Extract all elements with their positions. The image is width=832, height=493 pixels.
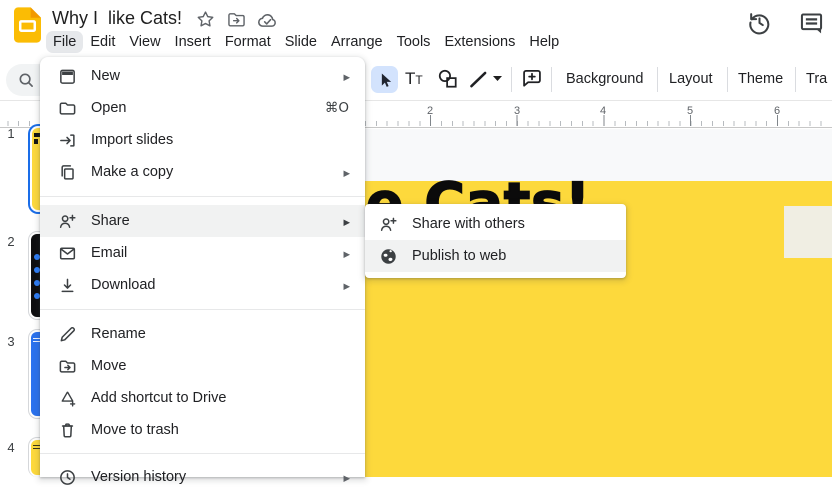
person-add-icon [57, 211, 77, 231]
menubar-item-insert[interactable]: Insert [168, 31, 218, 53]
ruler-number: 6 [774, 105, 780, 117]
menubar-item-view[interactable]: View [122, 31, 167, 53]
menu-item-import-slides[interactable]: Import slides [40, 124, 365, 156]
menu-item-label: Make a copy [91, 164, 343, 180]
version-history-icon[interactable] [746, 9, 773, 36]
cursor-arrow-icon [376, 71, 394, 89]
comments-icon[interactable] [798, 10, 825, 37]
line-tool-button[interactable] [467, 68, 489, 90]
ruler-number: 3 [514, 105, 520, 117]
menu-separator [40, 453, 365, 454]
submenu-arrow-icon [343, 468, 350, 486]
submenu-arrow-icon [343, 67, 350, 85]
menu-item-add-shortcut-to-drive[interactable]: Add shortcut to Drive [40, 382, 365, 414]
slide-accent-rectangle[interactable] [784, 206, 832, 258]
submenu-item-label: Share with others [412, 216, 626, 232]
folder-open-icon [57, 98, 77, 118]
menu-item-download[interactable]: Download [40, 269, 365, 301]
menu-item-rename[interactable]: Rename [40, 318, 365, 350]
download-icon [57, 275, 77, 295]
menu-item-label: Move [91, 358, 365, 374]
menubar-item-slide[interactable]: Slide [278, 31, 324, 53]
menubar-item-edit[interactable]: Edit [83, 31, 122, 53]
menu-item-move-to-trash[interactable]: Move to trash [40, 414, 365, 446]
menu-item-label: Open [91, 100, 325, 116]
cloud-saved-icon[interactable] [257, 11, 278, 28]
file-menu: New Open ⌘O Import slides Make a copy [40, 57, 365, 477]
email-icon [57, 243, 77, 263]
menubar-item-extensions[interactable]: Extensions [437, 31, 522, 53]
menu-item-label: Email [91, 245, 343, 261]
star-icon[interactable] [196, 10, 215, 29]
background-button[interactable]: Background [566, 71, 643, 87]
submenu-item-publish-to-web[interactable]: Publish to web [365, 240, 626, 272]
search-icon [17, 71, 35, 89]
menu-item-share[interactable]: Share [40, 205, 365, 237]
text-box-tool-button[interactable]: TT [405, 69, 423, 89]
slide-number: 1 [2, 126, 20, 141]
submenu-arrow-icon [343, 276, 350, 294]
trash-icon [57, 420, 77, 440]
clock-icon [57, 467, 77, 487]
menu-item-label: Version history [91, 469, 343, 485]
menu-item-label: Add shortcut to Drive [91, 390, 365, 406]
menu-item-new[interactable]: New [40, 60, 365, 92]
menubar-item-tools[interactable]: Tools [390, 31, 438, 53]
select-tool-button[interactable] [371, 66, 398, 93]
slide-number: 4 [2, 440, 20, 455]
slide-number: 3 [2, 334, 20, 349]
new-presentation-icon [57, 66, 77, 86]
menu-item-label: Rename [91, 326, 365, 342]
submenu-arrow-icon [343, 163, 350, 181]
ruler-number: 2 [427, 105, 433, 117]
toolbar-divider [727, 67, 728, 92]
document-title[interactable]: Why I like Cats! [52, 8, 182, 29]
menu-item-version-history[interactable]: Version history [40, 461, 365, 493]
toolbar-divider [657, 67, 658, 92]
copy-icon [57, 162, 77, 182]
line-tool-dropdown-caret-icon[interactable] [493, 76, 502, 81]
pencil-icon [57, 324, 77, 344]
menu-item-label: New [91, 68, 343, 84]
menu-separator [40, 309, 365, 310]
menubar-item-arrange[interactable]: Arrange [324, 31, 390, 53]
menubar-item-file[interactable]: File [46, 31, 83, 53]
menubar-item-format[interactable]: Format [218, 31, 278, 53]
menu-item-label: Move to trash [91, 422, 365, 438]
submenu-item-share-with-others[interactable]: Share with others [365, 208, 626, 240]
menu-item-move[interactable]: Move [40, 350, 365, 382]
slides-logo-icon[interactable] [14, 7, 41, 43]
drive-add-icon [57, 388, 77, 408]
menu-item-open[interactable]: Open ⌘O [40, 92, 365, 124]
menu-shortcut: ⌘O [325, 100, 349, 116]
menu-item-label: Import slides [91, 132, 365, 148]
toolbar-divider [795, 67, 796, 92]
menu-item-label: Share [91, 213, 343, 229]
menu-item-make-a-copy[interactable]: Make a copy [40, 156, 365, 188]
ruler-number: 4 [600, 105, 606, 117]
person-add-icon [378, 214, 398, 234]
menu-separator [40, 196, 365, 197]
toolbar-divider [511, 67, 512, 92]
import-icon [57, 130, 77, 150]
menubar-item-help[interactable]: Help [522, 31, 566, 53]
submenu-arrow-icon [343, 244, 350, 262]
theme-button[interactable]: Theme [738, 71, 783, 87]
toolbar-divider [551, 67, 552, 92]
globe-icon [378, 246, 398, 266]
layout-button[interactable]: Layout [669, 71, 713, 87]
transition-button[interactable]: Tra [806, 71, 827, 87]
shape-tool-button[interactable] [437, 68, 459, 90]
menu-bar: File Edit View Insert Format Slide Arran… [46, 29, 566, 54]
slide-number: 2 [2, 234, 20, 249]
folder-move-icon [57, 356, 77, 376]
submenu-item-label: Publish to web [412, 248, 626, 264]
menu-item-email[interactable]: Email [40, 237, 365, 269]
submenu-arrow-icon [343, 212, 350, 230]
share-submenu: Share with others Publish to web [365, 204, 626, 278]
menu-item-label: Download [91, 277, 343, 293]
move-to-folder-icon[interactable] [227, 11, 246, 28]
insert-comment-tool-button[interactable] [521, 68, 543, 88]
ruler-number: 5 [687, 105, 693, 117]
